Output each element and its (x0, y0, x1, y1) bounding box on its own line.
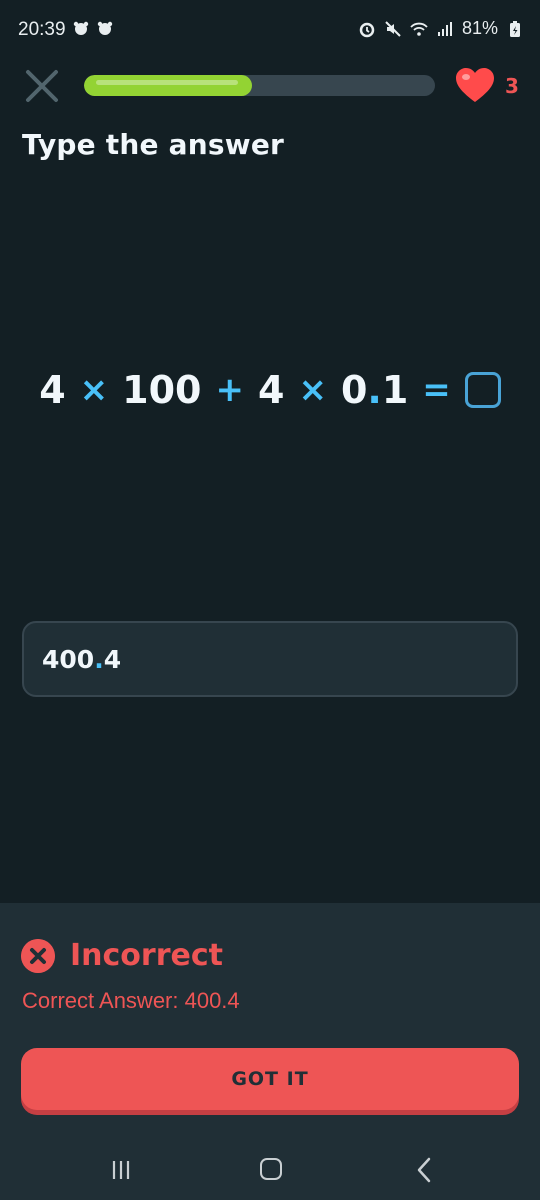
heart-icon (456, 68, 494, 102)
close-icon[interactable] (22, 66, 62, 106)
alarm-icon (359, 22, 375, 37)
equation: 4 × 100 + 4 × 0.1 = (0, 368, 540, 412)
correct-answer-text: Correct Answer: 400.4 (22, 988, 240, 1013)
answer-int: 400 (42, 645, 95, 674)
equation-term: 4 (257, 368, 285, 412)
notification-icon (73, 21, 89, 35)
answer-input[interactable]: 400.4 (22, 621, 518, 697)
lesson-progress-fill (84, 75, 253, 96)
prompt-title: Type the answer (22, 128, 285, 161)
recent-apps-icon[interactable] (110, 1160, 132, 1180)
battery-icon (510, 20, 520, 37)
status-notifications (72, 20, 114, 38)
decimal-int: 0 (340, 368, 368, 412)
home-icon[interactable] (260, 1158, 282, 1180)
lesson-progress-bar (84, 75, 435, 96)
status-indicators: 81% (358, 18, 524, 39)
equation-term: 0.1 (341, 368, 408, 412)
status-time: 20:39 (18, 19, 66, 40)
answer-blank-box (464, 372, 501, 408)
answer-decimal-point: . (94, 645, 104, 674)
got-it-button[interactable]: GOT IT (21, 1048, 519, 1110)
answer-value: 400.4 (42, 645, 121, 674)
mute-icon (385, 20, 401, 37)
hearts-counter[interactable]: 3 (455, 68, 519, 104)
back-icon[interactable] (414, 1157, 436, 1183)
incorrect-icon (21, 939, 55, 973)
battery-percent: 81% (461, 18, 498, 38)
decimal-point: . (367, 368, 382, 412)
equation-term: 100 (122, 368, 202, 412)
hearts-count: 3 (505, 74, 519, 98)
answer-frac: 4 (103, 645, 122, 674)
equation-term: 4 (39, 368, 66, 412)
multiply-operator: × (79, 370, 109, 410)
feedback-status: Incorrect (70, 938, 223, 973)
signal-icon (437, 21, 452, 36)
equals-operator: = (422, 370, 451, 410)
plus-operator: + (215, 370, 244, 410)
progress-shine (96, 80, 239, 85)
wifi-icon (410, 22, 428, 36)
multiply-operator: × (298, 370, 327, 410)
decimal-frac: 1 (381, 368, 409, 412)
notification-icon (97, 21, 113, 35)
status-bar: 20:39 81% (0, 0, 540, 60)
